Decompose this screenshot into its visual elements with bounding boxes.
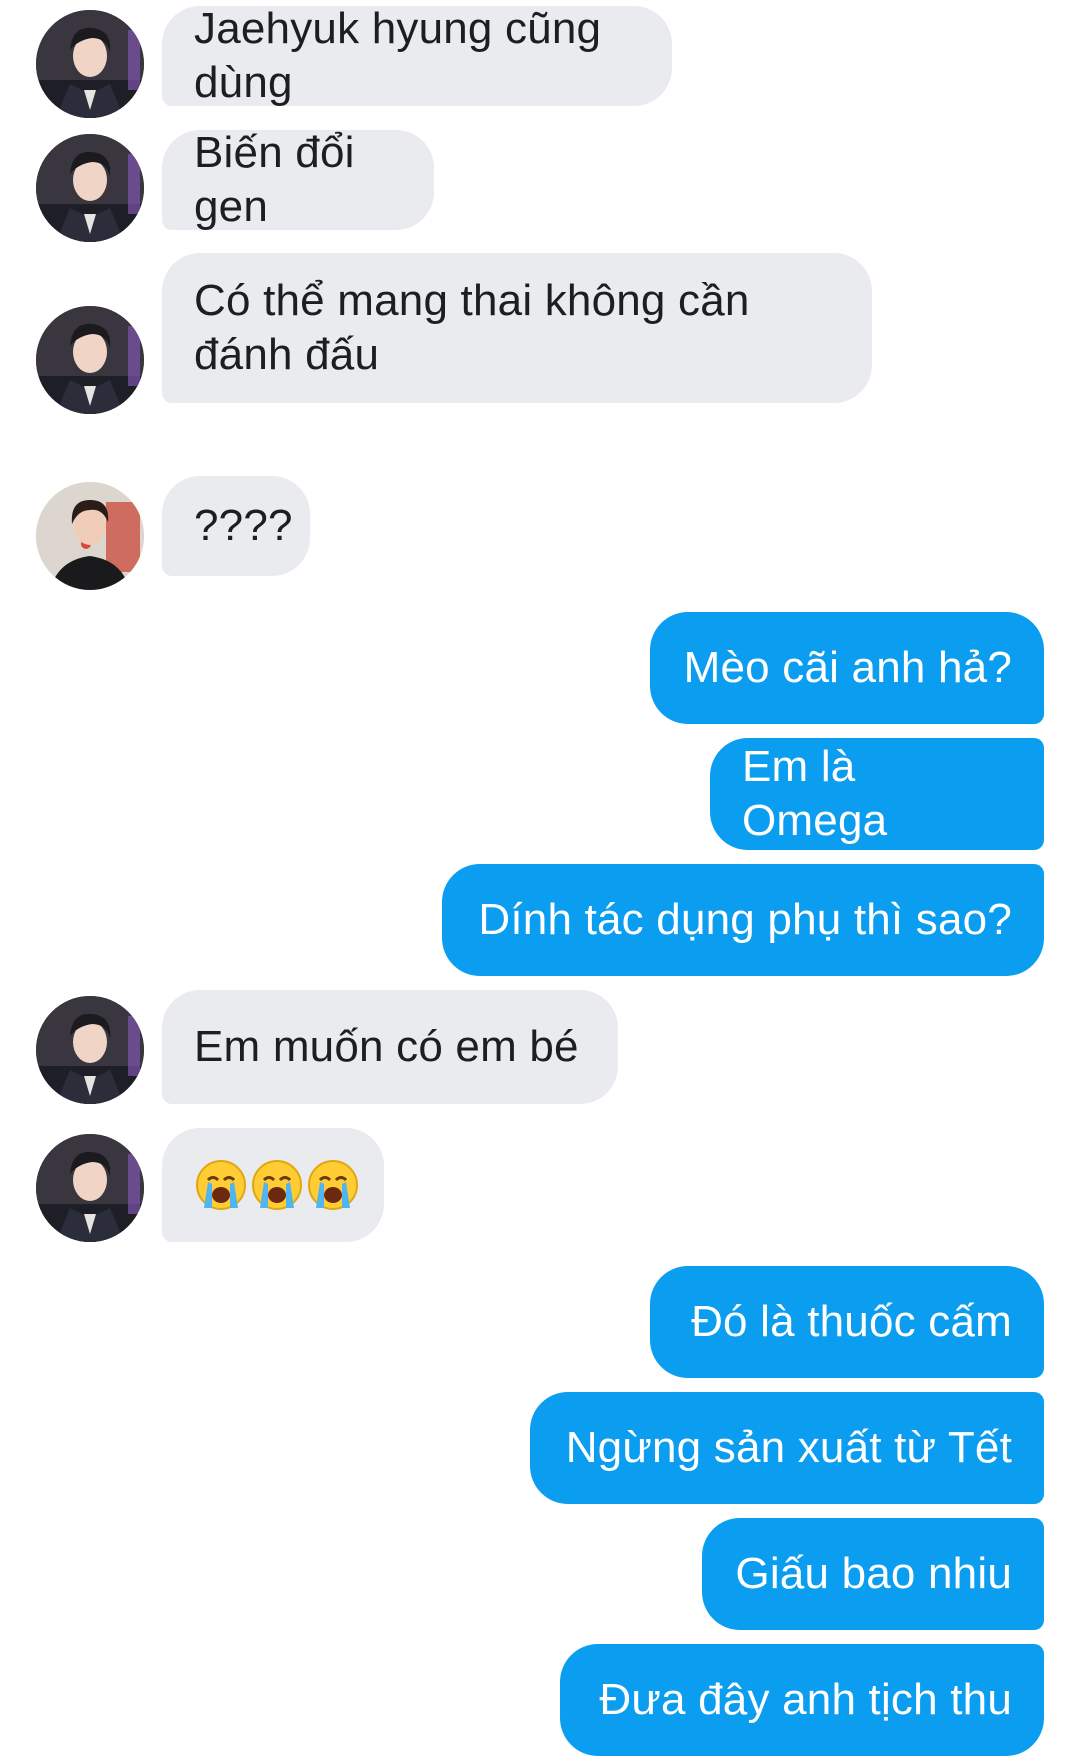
message-bubble[interactable]: Ngừng sản xuất từ Tết xyxy=(530,1392,1044,1504)
message-bubble[interactable]: Có thể mang thai không cần đánh đấu xyxy=(162,253,872,403)
message-bubble[interactable] xyxy=(162,1128,384,1242)
contact-avatar[interactable] xyxy=(36,996,144,1104)
emoji-row xyxy=(194,1050,360,1320)
avatar-a-icon xyxy=(36,996,144,1104)
message-bubble[interactable]: Dính tác dụng phụ thì sao? xyxy=(442,864,1044,976)
chat-thread: Jaehyuk hyung cũng dùng Biến đổi gen Có … xyxy=(0,0,1078,1761)
contact-avatar[interactable] xyxy=(36,482,144,590)
crying-face-icon xyxy=(194,1050,248,1320)
message-bubble[interactable]: Giấu bao nhiu xyxy=(702,1518,1044,1630)
message-bubble[interactable]: Đưa đây anh tịch thu xyxy=(560,1644,1044,1756)
avatar-a-icon xyxy=(36,134,144,242)
crying-face-icon xyxy=(306,1050,360,1320)
contact-avatar[interactable] xyxy=(36,1134,144,1242)
message-bubble[interactable]: Em là Omega xyxy=(710,738,1044,850)
message-bubble[interactable]: Mèo cãi anh hả? xyxy=(650,612,1044,724)
message-bubble[interactable]: ???? xyxy=(162,476,310,576)
avatar-a-icon xyxy=(36,306,144,414)
message-bubble[interactable]: Đó là thuốc cấm xyxy=(650,1266,1044,1378)
contact-avatar[interactable] xyxy=(36,134,144,242)
contact-avatar[interactable] xyxy=(36,306,144,414)
message-bubble[interactable]: Jaehyuk hyung cũng dùng xyxy=(162,4,672,107)
message-bubble[interactable]: Biến đổi gen xyxy=(162,128,434,231)
avatar-a-icon xyxy=(36,10,144,118)
crying-face-icon xyxy=(250,1050,304,1320)
contact-avatar[interactable] xyxy=(36,10,144,118)
avatar-a-icon xyxy=(36,1134,144,1242)
avatar-b-icon xyxy=(36,482,144,590)
